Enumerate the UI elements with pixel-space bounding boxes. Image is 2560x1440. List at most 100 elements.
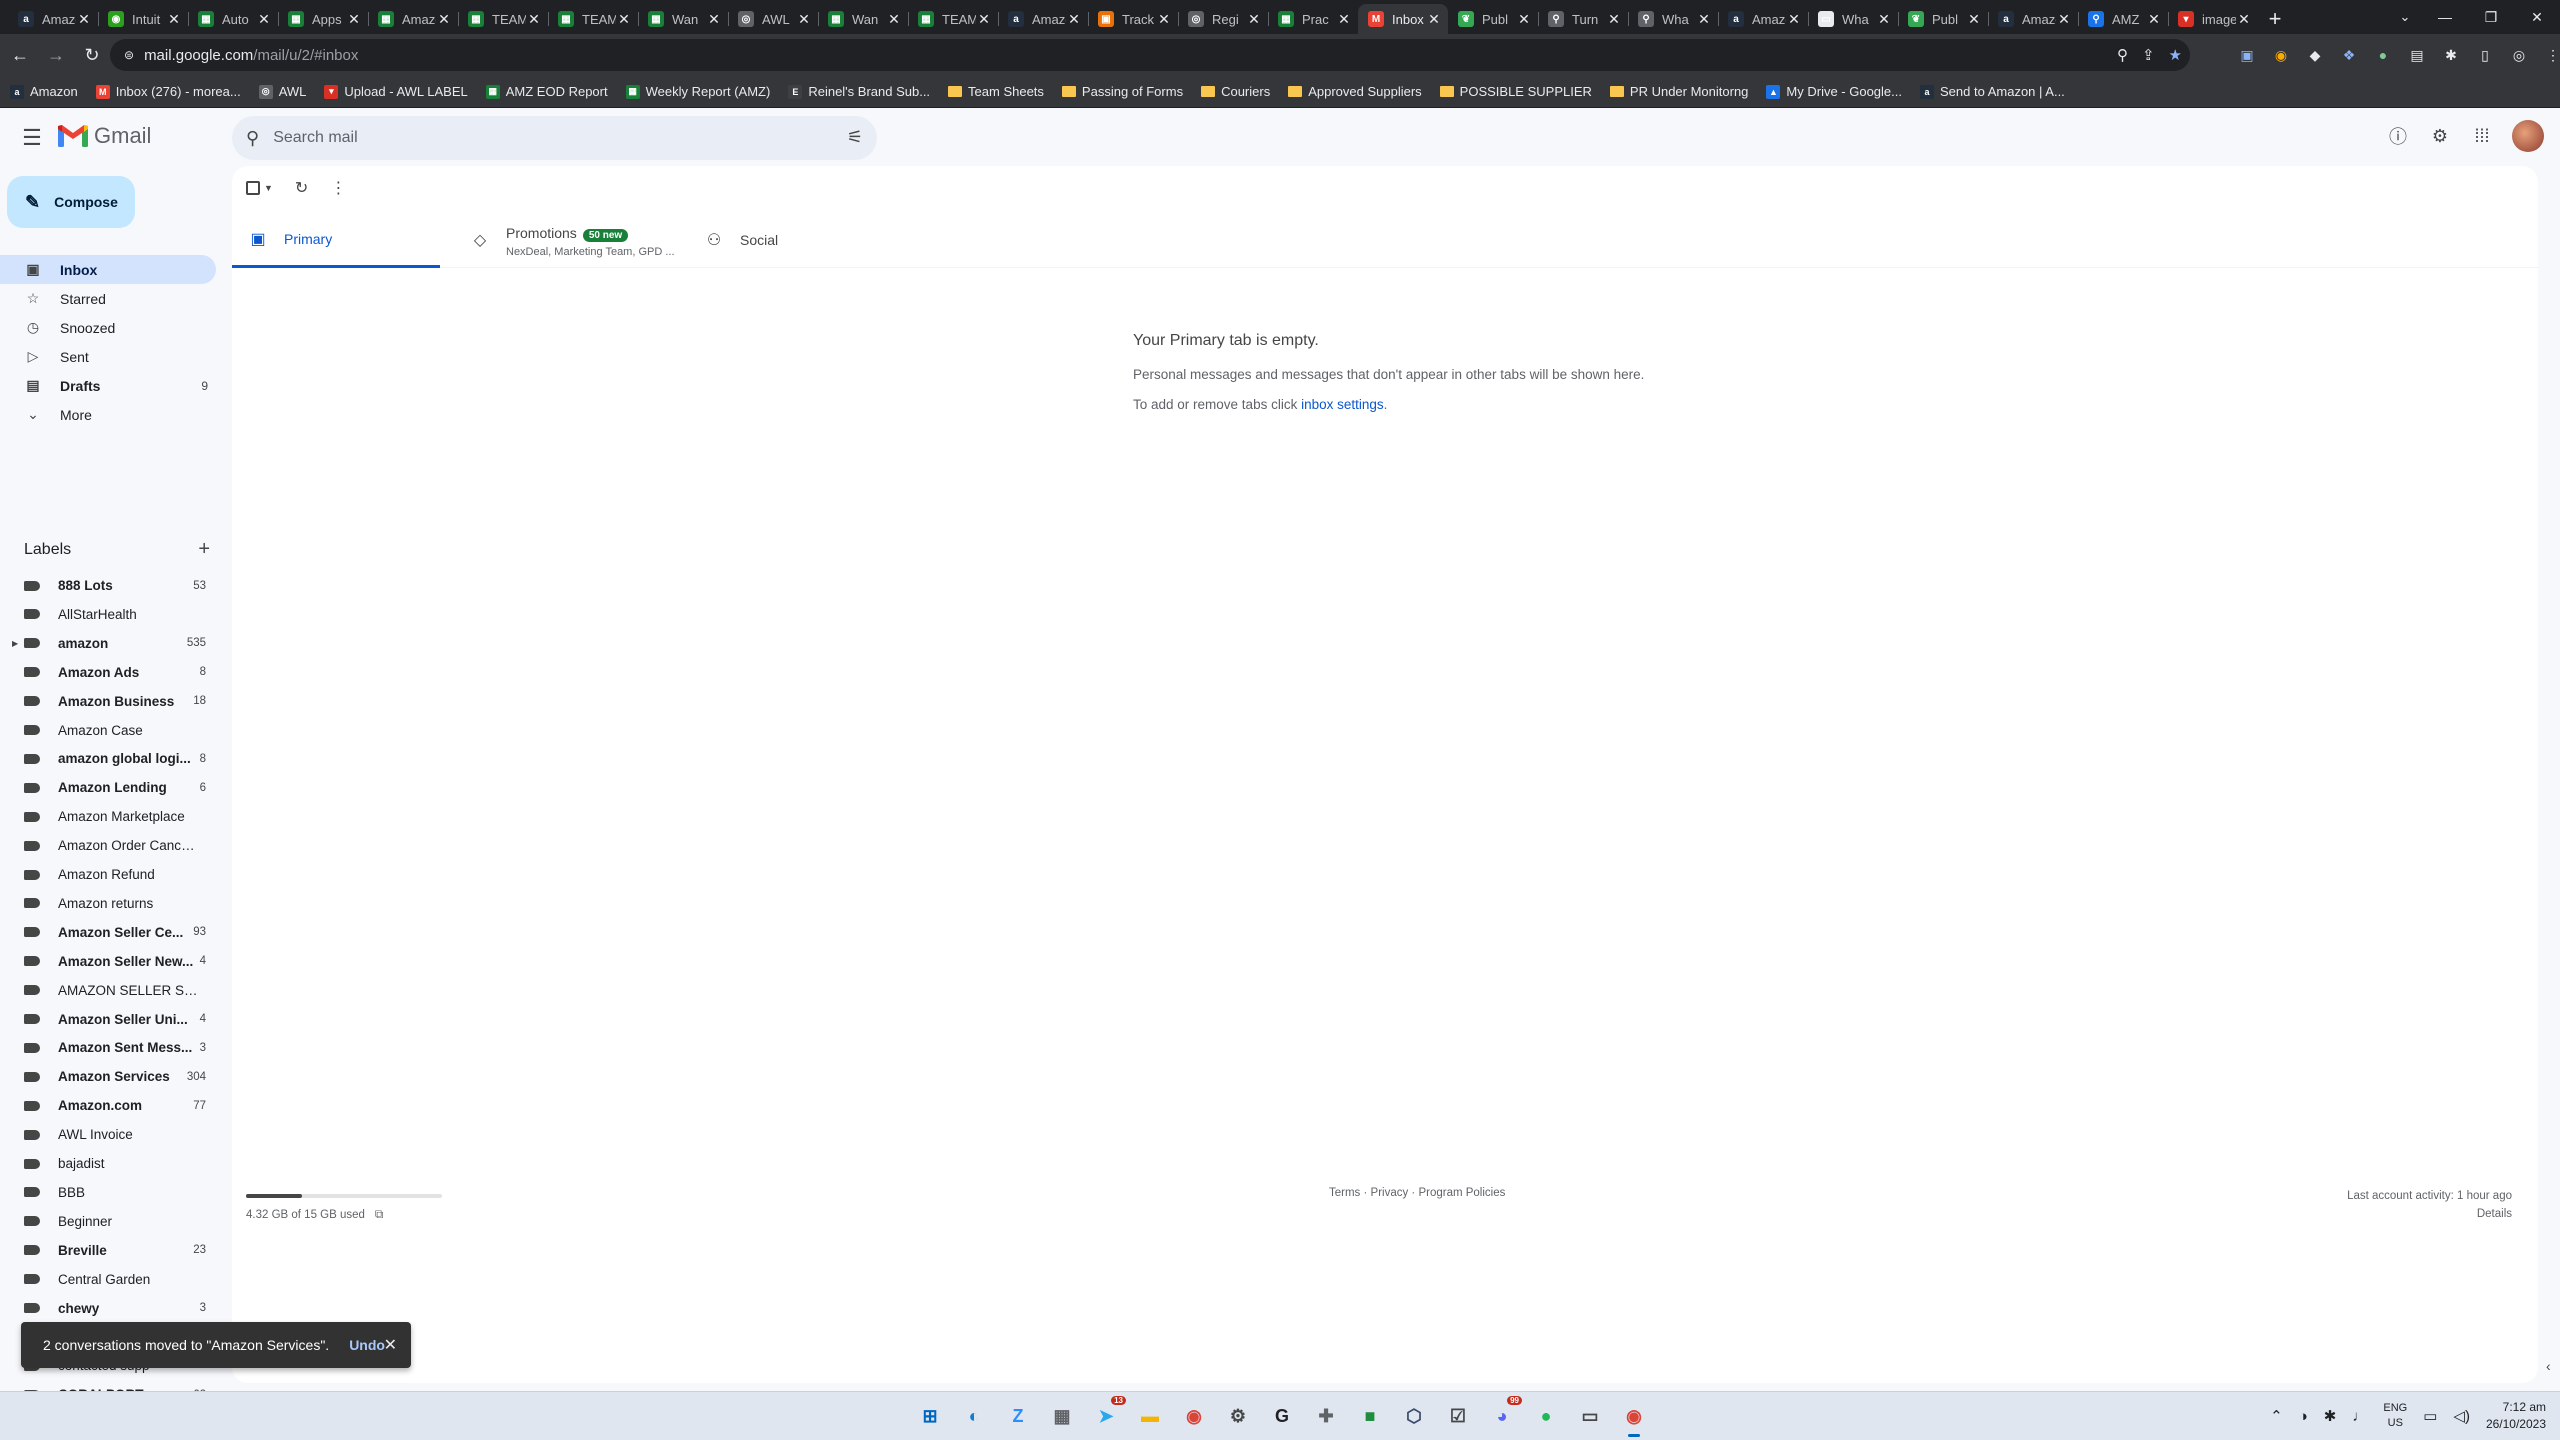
label-item[interactable]: Amazon Seller Ce... 93 <box>0 918 216 947</box>
label-item[interactable]: Amazon Refund <box>0 860 216 889</box>
nav-item-sent[interactable]: ▷ Sent <box>0 342 216 371</box>
apps-grid-icon[interactable]: ⁞⁞⁞ <box>2470 124 2494 148</box>
tray-app-icon[interactable]: ◑ <box>2299 1408 2308 1425</box>
footer-links[interactable]: Terms · Privacy · Program Policies <box>1329 1187 1505 1199</box>
label-item[interactable]: Amazon Seller New... 4 <box>0 947 216 976</box>
tab-primary[interactable]: ▣ Primary <box>232 212 440 268</box>
settings-icon[interactable]: ⚙ <box>1220 1398 1256 1434</box>
close-icon[interactable]: ✕ <box>2236 11 2252 28</box>
nav-item-starred[interactable]: ☆ Starred <box>0 284 216 313</box>
close-icon[interactable]: ✕ <box>976 11 992 28</box>
label-item[interactable]: Amazon returns <box>0 889 216 918</box>
app-g-icon[interactable]: G <box>1264 1398 1300 1434</box>
language-indicator[interactable]: ENG US <box>2383 1401 2407 1431</box>
close-icon[interactable]: ✕ <box>1786 11 1802 28</box>
chevron-up-icon[interactable]: ⌃ <box>2270 1407 2283 1425</box>
address-bar[interactable]: ⊜ mail.google.com/mail/u/2/#inbox ⚲ ⇪ ★ <box>110 39 2190 71</box>
browser-tab[interactable]: ❦ Publ ✕ <box>1448 4 1538 34</box>
browser-tab[interactable]: ▦ Auto ✕ <box>188 4 278 34</box>
file-explorer-icon[interactable]: ▬ <box>1132 1398 1168 1434</box>
label-item[interactable]: Amazon Sent Mess... 3 <box>0 1033 216 1062</box>
close-icon[interactable]: ✕ <box>796 11 812 28</box>
nav-item-drafts[interactable]: ▤ Drafts 9 <box>0 371 216 400</box>
bookmark-item[interactable]: M Inbox (276) - morea... <box>95 84 241 99</box>
telegram-icon[interactable]: ➤ 13 <box>1088 1396 1126 1434</box>
browser-tab[interactable]: ▦ Wan ✕ <box>818 4 908 34</box>
bookmark-item[interactable]: ▲ My Drive - Google... <box>1766 84 1902 99</box>
label-item[interactable]: chewy 3 <box>0 1294 216 1323</box>
browser-tab[interactable]: ▦ TEAM ✕ <box>908 4 998 34</box>
inbox-settings-link[interactable]: inbox settings <box>1301 397 1384 412</box>
browser-tab[interactable]: ▦ TEAM ✕ <box>458 4 548 34</box>
nav-item-snoozed[interactable]: ◷ Snoozed <box>0 313 216 342</box>
extension-icon[interactable]: ◆ <box>2304 44 2326 66</box>
volume-icon[interactable]: ◁) <box>2453 1407 2470 1425</box>
label-item[interactable]: Amazon Ads 8 <box>0 658 216 687</box>
select-all-checkbox[interactable]: ▼ <box>246 181 273 195</box>
bookmark-item[interactable]: ▾ Upload - AWL LABEL <box>324 84 468 99</box>
more-options-icon[interactable]: ⋮ <box>330 178 346 198</box>
close-icon[interactable]: ✕ <box>384 1335 397 1355</box>
close-icon[interactable]: ✕ <box>1066 11 1082 28</box>
main-menu-icon[interactable]: ☰ <box>18 124 46 152</box>
refresh-icon[interactable]: ↻ <box>295 178 308 198</box>
close-icon[interactable]: ✕ <box>76 11 92 28</box>
bookmark-item[interactable]: Couriers <box>1201 84 1270 99</box>
help-icon[interactable]: ⓘ <box>2386 124 2410 148</box>
close-icon[interactable]: ✕ <box>346 11 362 28</box>
close-icon[interactable]: ✕ <box>1696 11 1712 28</box>
settings-gear-icon[interactable]: ⚙ <box>2428 124 2452 148</box>
close-icon[interactable]: ✕ <box>526 11 542 28</box>
browser-tab[interactable]: ⚲ AMZ ✕ <box>2078 4 2168 34</box>
details-link[interactable]: Details <box>2347 1205 2512 1223</box>
extension-icon[interactable]: ◉ <box>2270 44 2292 66</box>
browser-tab[interactable]: a Amazon✕ <box>1718 4 1808 34</box>
label-item[interactable]: Amazon Services 304 <box>0 1062 216 1091</box>
browser-tab[interactable]: ▦ Prac ✕ <box>1268 4 1358 34</box>
bookmark-item[interactable]: a Amazon <box>10 84 78 99</box>
nav-item-more[interactable]: ⌄ More <box>0 400 216 429</box>
browser-tab[interactable]: ▦ Amazon✕ <box>368 4 458 34</box>
label-item[interactable]: 888 Lots 53 <box>0 571 216 600</box>
label-item[interactable]: Amazon Case <box>0 716 216 745</box>
label-item[interactable]: Beginner <box>0 1207 216 1236</box>
close-icon[interactable]: ✕ <box>1966 11 1982 28</box>
browser-tab[interactable]: ◎ AWL ✕ <box>728 4 818 34</box>
chrome-icon[interactable]: ◉ <box>1176 1398 1212 1434</box>
browser-tab[interactable]: a Amazon✕ <box>1988 4 2078 34</box>
label-item[interactable]: Amazon Marketplace <box>0 802 216 831</box>
site-info-icon[interactable]: ⊜ <box>124 48 134 62</box>
show-side-panel-icon[interactable]: ‹ <box>2546 1358 2560 1374</box>
label-item[interactable]: Amazon Business 18 <box>0 687 216 716</box>
nav-item-inbox[interactable]: ▣ Inbox <box>0 255 216 284</box>
label-item[interactable]: AWL Invoice <box>0 1120 216 1149</box>
clock[interactable]: 7:12 am 26/10/2023 <box>2486 1399 2546 1433</box>
calculator-icon[interactable]: ▦ <box>1044 1398 1080 1434</box>
label-item[interactable]: amazon global logi... 8 <box>0 744 216 773</box>
label-item[interactable]: Amazon Lending 6 <box>0 773 216 802</box>
browser-tab[interactable]: ❦ Publ ✕ <box>1898 4 1988 34</box>
close-icon[interactable]: ✕ <box>1246 11 1262 28</box>
browser-tab[interactable]: ▦ Wan ✕ <box>638 4 728 34</box>
monitor-icon[interactable]: ▭ <box>1572 1398 1608 1434</box>
bookmark-item[interactable]: ◎ AWL <box>258 84 306 99</box>
bookmark-item[interactable]: POSSIBLE SUPPLIER <box>1439 84 1592 99</box>
new-tab-button[interactable]: + <box>2258 4 2292 34</box>
label-item[interactable]: bajadist <box>0 1149 216 1178</box>
app-vpn-icon[interactable]: ⬡ <box>1396 1398 1432 1434</box>
chrome-menu-icon[interactable]: ⋮ <box>2542 44 2560 66</box>
label-item[interactable]: Amazon.com 77 <box>0 1091 216 1120</box>
label-item[interactable]: AMAZON SELLER SUPP... <box>0 976 216 1005</box>
app-plus-icon[interactable]: ✚ <box>1308 1398 1344 1434</box>
reload-button[interactable]: ↻ <box>76 39 108 71</box>
bookmark-item[interactable]: Team Sheets <box>948 84 1044 99</box>
close-icon[interactable]: ✕ <box>1156 11 1172 28</box>
close-icon[interactable]: ✕ <box>1606 11 1622 28</box>
forward-button[interactable]: → <box>40 39 72 71</box>
close-icon[interactable]: ✕ <box>2056 11 2072 28</box>
close-icon[interactable]: ✕ <box>1336 11 1352 28</box>
label-item[interactable]: Breville 23 <box>0 1236 216 1265</box>
browser-tab[interactable]: ▦ Apps ✕ <box>278 4 368 34</box>
edge-icon[interactable]: ◐ <box>956 1398 992 1434</box>
label-item[interactable]: CORALPORT62 <box>0 1380 216 1391</box>
